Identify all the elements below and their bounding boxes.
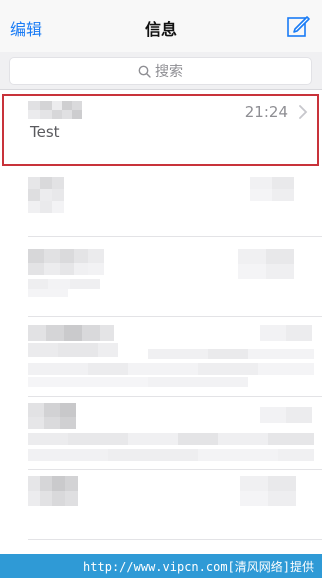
conversation-row[interactable]: 21:24 Test [0, 91, 322, 167]
navigation-bar: 编辑 信息 [0, 0, 322, 52]
conversation-row[interactable] [0, 237, 322, 317]
time-blurred [250, 177, 294, 201]
contact-name-blurred [28, 177, 64, 213]
conversation-row[interactable] [0, 317, 322, 397]
search-input[interactable]: 搜索 [9, 57, 312, 85]
message-time: 21:24 [244, 103, 288, 121]
chevron-right-icon [299, 105, 308, 119]
row-divider [28, 539, 322, 540]
time-blurred [240, 476, 296, 506]
message-preview-blurred [28, 325, 314, 387]
conversation-row[interactable] [0, 470, 322, 540]
conversation-row[interactable] [0, 397, 322, 470]
compose-icon[interactable] [286, 14, 310, 38]
search-icon [138, 65, 151, 78]
watermark-text: http://www.vipcn.com[清风网络]提供 [83, 559, 314, 574]
message-preview-blurred [28, 249, 104, 297]
time-blurred [238, 249, 294, 279]
search-bar: 搜索 [0, 52, 322, 90]
page-title: 信息 [144, 20, 177, 39]
watermark-footer: http://www.vipcn.com[清风网络]提供 [0, 554, 322, 578]
conversation-row[interactable] [0, 167, 322, 237]
contact-name-blurred [28, 101, 82, 119]
search-placeholder: 搜索 [155, 64, 183, 80]
message-preview: Test [30, 123, 60, 141]
message-preview-blurred [28, 403, 314, 461]
contact-name-blurred [28, 476, 78, 506]
